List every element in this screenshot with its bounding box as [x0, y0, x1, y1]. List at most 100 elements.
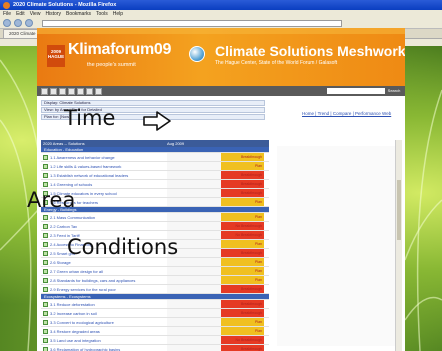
menu-history[interactable]: History [45, 11, 61, 17]
solution-link[interactable]: 2.8 Standards for buildings, cars and ap… [49, 278, 167, 283]
condition-cell: No Breakthrough [221, 336, 264, 344]
solution-link[interactable]: 2.2 Carbon Tax [49, 224, 167, 229]
condition-cell: Breakthrough [221, 300, 264, 308]
table-row[interactable]: 1.3 Establish network of educational lea… [41, 171, 269, 180]
expand-icon[interactable] [43, 268, 48, 274]
solution-link[interactable]: 3.6 Reclamation of hydrographic basins [49, 347, 167, 351]
search-button[interactable]: Search [387, 88, 401, 94]
side-panel [277, 146, 395, 346]
expand-icon[interactable] [43, 259, 48, 265]
klimaforum-logo[interactable]: Klimaforum09 [68, 41, 171, 59]
expand-icon[interactable] [43, 232, 48, 238]
solution-link[interactable]: 3.3 Convert to ecological agriculture [49, 320, 167, 325]
table-row[interactable]: 2.9 Energy services for the rural poor Br… [41, 285, 269, 294]
expand-icon[interactable] [43, 214, 48, 220]
solution-link[interactable]: 2.1 Mass Communication [49, 215, 167, 220]
menu-edit[interactable]: Edit [16, 11, 25, 17]
solution-link[interactable]: 3.5 Land use and integration [49, 338, 167, 343]
expand-icon[interactable] [43, 286, 48, 292]
solution-link[interactable]: 1.4 Greening of schools [49, 182, 167, 187]
condition-cell: Plan [221, 240, 264, 248]
solution-link[interactable]: 1.2 Life skills & values-based framework [49, 164, 167, 169]
scrollbar[interactable] [395, 140, 402, 351]
menu-file[interactable]: File [3, 11, 11, 17]
table-row[interactable]: 2.1 Mass Communication Plan [41, 213, 269, 222]
table-row[interactable]: 3.1 Reduce deforestation Breakthrough [41, 300, 269, 309]
solution-link[interactable]: 1.1 Awareness and behavior change [49, 155, 167, 160]
search-input[interactable] [327, 88, 385, 94]
site-subtitle: The Hague Center, State of the World For… [215, 60, 338, 66]
scrollbar-thumb[interactable] [397, 180, 401, 240]
status-cell [167, 300, 221, 308]
expand-icon[interactable] [43, 328, 48, 334]
list-icon[interactable] [86, 87, 93, 95]
reload-icon[interactable] [25, 19, 33, 27]
table-row[interactable]: 3.3 Convert to ecological agriculture Pla… [41, 318, 269, 327]
address-bar[interactable] [42, 19, 342, 27]
grid-icon[interactable] [77, 87, 84, 95]
site-banner: 2009 HAGUE Klimaforum09 the people's sum… [37, 28, 405, 86]
expand-icon[interactable] [43, 241, 48, 247]
table-row[interactable]: 3.5 Land use and integration No Breakthro… [41, 336, 269, 345]
status-cell [167, 162, 221, 170]
condition-cell: Plan [221, 198, 264, 206]
home-icon[interactable] [41, 87, 48, 95]
table-row[interactable]: 2.6 Storage Plan [41, 258, 269, 267]
status-cell [167, 222, 221, 230]
solution-link[interactable]: 3.1 Reduce deforestation [49, 302, 167, 307]
expand-icon[interactable] [43, 337, 48, 343]
table-row[interactable]: 2.2 Carbon Tax No Breakthrough [41, 222, 269, 231]
expand-icon[interactable] [43, 301, 48, 307]
condition-cell: Breakthrough [221, 153, 264, 161]
menu-tools[interactable]: Tools [96, 11, 108, 17]
table-row[interactable]: 1.1 Awareness and behavior change Breakth… [41, 153, 269, 162]
table-row[interactable]: 1.4 Greening of schools Breakthrough [41, 180, 269, 189]
solution-link[interactable]: 1.3 Establish network of educational lea… [49, 173, 167, 178]
mail-icon[interactable] [59, 87, 66, 95]
solution-link[interactable]: 3.4 Restore degraded areas [49, 329, 167, 334]
menu-view[interactable]: View [30, 11, 41, 17]
site-title: Climate Solutions Meshwork [215, 43, 405, 59]
conditions-annotation: Conditions [67, 235, 179, 259]
chart-icon[interactable] [68, 87, 75, 95]
solution-link[interactable]: 2.6 Storage [49, 260, 167, 265]
table-row[interactable]: 2.8 Standards for buildings, cars and ap… [41, 276, 269, 285]
menu-bookmarks[interactable]: Bookmarks [66, 11, 91, 17]
back-icon[interactable] [3, 19, 11, 27]
condition-cell: Plan [221, 276, 264, 284]
area-annotation: Area [27, 188, 76, 212]
solution-link[interactable]: 2.7 Green urban design for all [49, 269, 167, 274]
grid-section-title: Education - Education [44, 147, 84, 152]
menu-help[interactable]: Help [113, 11, 123, 17]
print-icon[interactable] [50, 87, 57, 95]
status-cell [167, 198, 221, 206]
expand-icon[interactable] [43, 154, 48, 160]
table-row[interactable]: 3.6 Reclamation of hydrographic basins Br… [41, 345, 269, 351]
table-row[interactable]: 2.7 Green urban design for all Plan [41, 267, 269, 276]
expand-icon[interactable] [43, 223, 48, 229]
expand-icon[interactable] [43, 277, 48, 283]
tools-icon[interactable] [95, 87, 102, 95]
expand-icon[interactable] [43, 250, 48, 256]
expand-icon[interactable] [43, 172, 48, 178]
time-annotation: Time [64, 106, 116, 130]
status-cell [167, 153, 221, 161]
solution-link[interactable]: 2.9 Energy services for the rural poor [49, 287, 167, 292]
forward-icon[interactable] [14, 19, 22, 27]
condition-cell: Plan [221, 327, 264, 335]
condition-cell: Plan [221, 162, 264, 170]
condition-cell: Breakthrough [221, 285, 264, 293]
top-links[interactable]: Home | Trend | Compare | Performance Web [302, 111, 391, 116]
status-cell [167, 180, 221, 188]
expand-icon[interactable] [43, 346, 48, 351]
expand-icon[interactable] [43, 310, 48, 316]
expand-icon[interactable] [43, 319, 48, 325]
expand-icon[interactable] [43, 181, 48, 187]
condition-cell: Breakthrough [221, 345, 264, 351]
table-row[interactable]: 3.4 Restore degraded areas Plan [41, 327, 269, 336]
solution-link[interactable]: 3.2 Increase carbon in soil [49, 311, 167, 316]
expand-icon[interactable] [43, 163, 48, 169]
table-row[interactable]: 3.2 Increase carbon in soil Breakthrough [41, 309, 269, 318]
status-cell [167, 285, 221, 293]
table-row[interactable]: 1.2 Life skills & values-based framework… [41, 162, 269, 171]
